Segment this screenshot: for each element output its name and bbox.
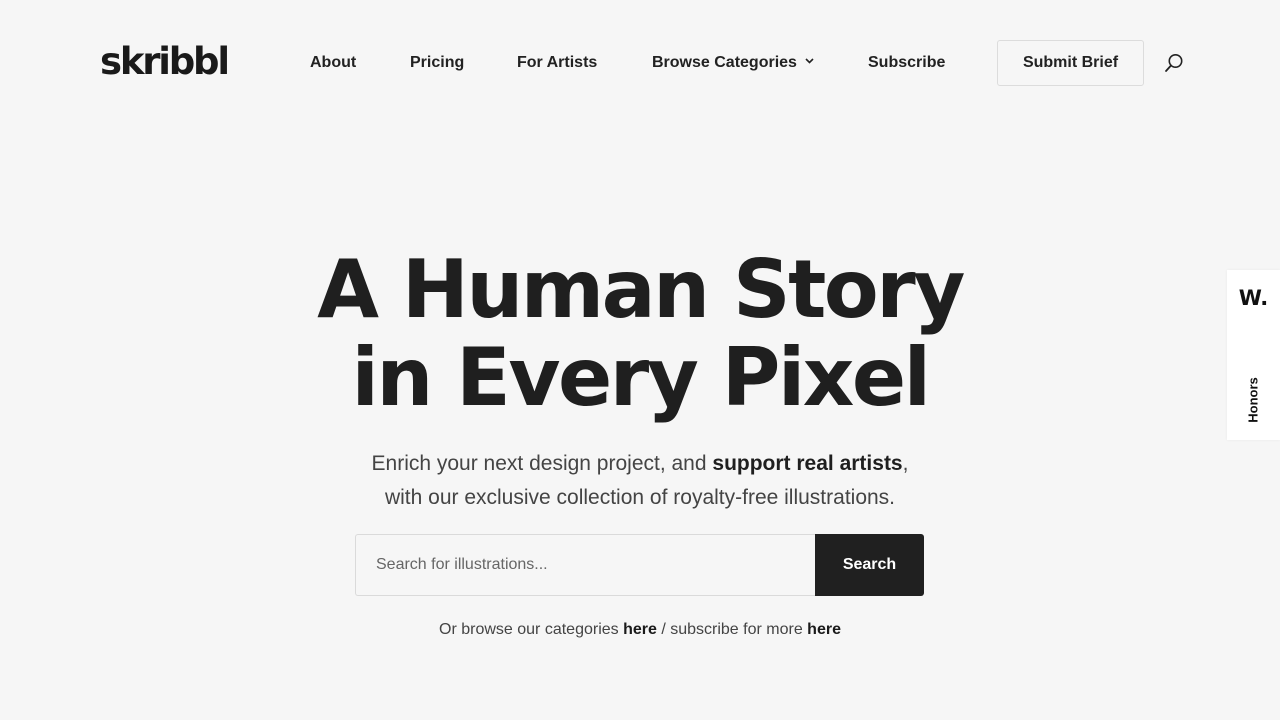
nav-about[interactable]: About [310, 52, 356, 74]
site-header: skribbl About Pricing For Artists Browse… [0, 0, 1280, 126]
chevron-down-icon [805, 58, 814, 64]
hero-title-line-1: A Human Story [317, 243, 965, 336]
search-button[interactable]: Search [815, 534, 924, 596]
skribbl-logo[interactable]: skribbl [100, 40, 230, 84]
search-icon[interactable] [1163, 52, 1185, 74]
hero-subtitle-line-2: with our exclusive collection of royalty… [384, 486, 896, 509]
hero-subtitle: Enrich your next design project, and sup… [0, 447, 1280, 515]
hero-subtitle-part-1: Enrich your next design project, and [371, 452, 713, 475]
search-form: Search [355, 534, 924, 596]
nav-subscribe[interactable]: Subscribe [868, 52, 945, 74]
browse-middle: / subscribe for more [656, 621, 808, 638]
browse-links: Or browse our categories here / subscrib… [0, 619, 1280, 641]
honors-badge[interactable]: W. Honors [1227, 270, 1280, 440]
browse-categories-link[interactable]: here [623, 621, 657, 638]
browse-prefix: Or browse our categories [439, 621, 624, 638]
subscribe-link[interactable]: here [807, 621, 841, 638]
nav-browse-categories[interactable]: Browse Categories [652, 52, 814, 74]
search-input[interactable] [355, 534, 815, 596]
submit-brief-button[interactable]: Submit Brief [997, 40, 1144, 86]
hero-subtitle-comma: , [902, 452, 909, 475]
nav-for-artists[interactable]: For Artists [517, 52, 597, 74]
hero-title: A Human Story in Every Pixel [0, 246, 1280, 422]
hero-title-line-2: in Every Pixel [351, 331, 931, 424]
hero-subtitle-highlight: support real artists [712, 452, 903, 475]
nav-browse-categories-label: Browse Categories [652, 54, 797, 71]
awwwards-logo: W. [1238, 286, 1269, 310]
nav-pricing[interactable]: Pricing [410, 52, 464, 74]
honors-label: Honors [1245, 377, 1261, 423]
